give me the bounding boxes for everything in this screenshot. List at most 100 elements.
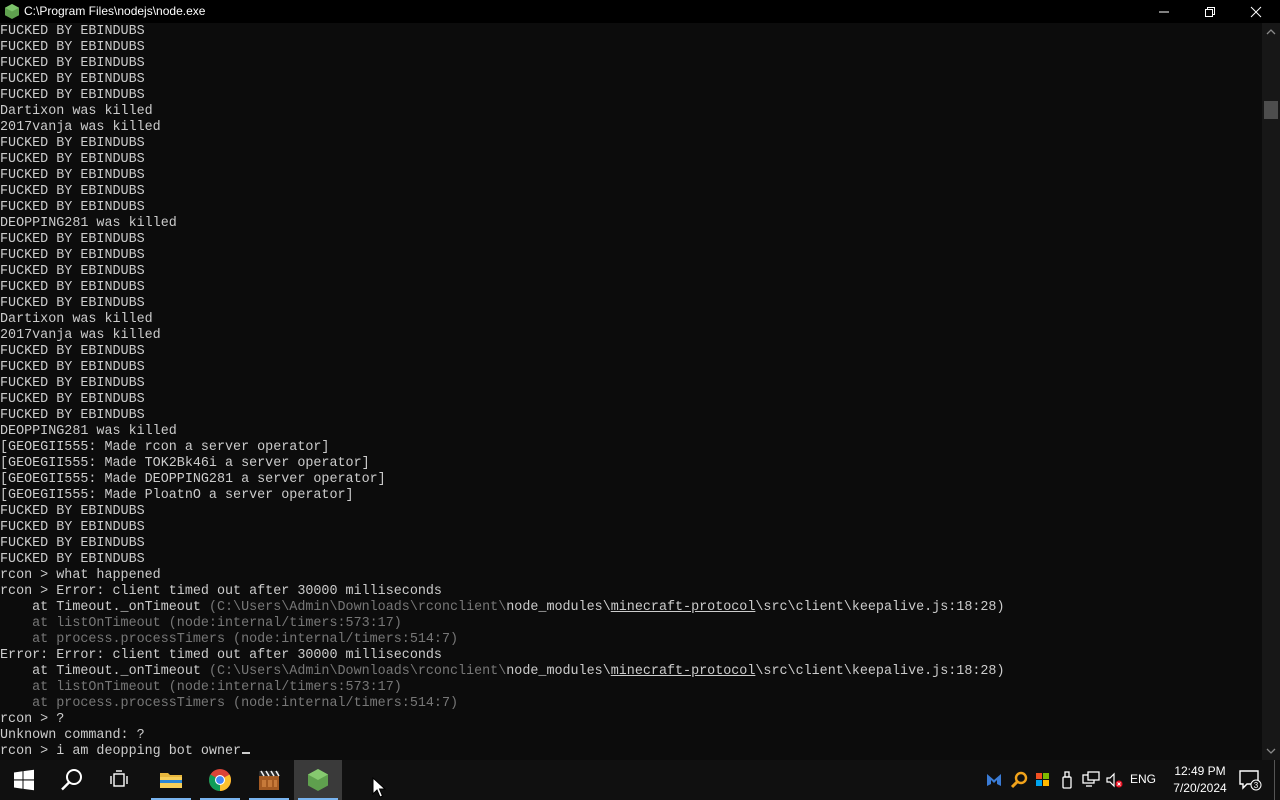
console-line: FUCKED BY EBINDUBS bbox=[0, 552, 1262, 568]
console-text: FUCKED BY EBINDUBS bbox=[0, 136, 145, 151]
close-button[interactable] bbox=[1233, 0, 1279, 23]
clock[interactable]: 12:49 PM 7/20/2024 bbox=[1158, 763, 1242, 797]
clock-date: 7/20/2024 bbox=[1173, 781, 1227, 795]
console-text: FUCKED BY EBINDUBS bbox=[0, 376, 145, 391]
text-cursor bbox=[242, 752, 251, 754]
console-text: Dartixon was killed bbox=[0, 312, 153, 327]
console-text: FUCKED BY EBINDUBS bbox=[0, 184, 145, 199]
console-text: FUCKED BY EBINDUBS bbox=[0, 200, 145, 215]
console-text: (C:\Users\Admin\Downloads\rconclient\ bbox=[208, 664, 507, 679]
show-desktop-button[interactable] bbox=[1274, 760, 1275, 800]
file-explorer-app[interactable] bbox=[147, 760, 195, 800]
console-line: FUCKED BY EBINDUBS bbox=[0, 56, 1262, 72]
console-line: FUCKED BY EBINDUBS bbox=[0, 376, 1262, 392]
console-text: FUCKED BY EBINDUBS bbox=[0, 264, 145, 279]
console-output[interactable]: FUCKED BY EBINDUBS FUCKED BY EBINDUBS FUCK… bbox=[0, 24, 1262, 760]
notification-count: 3 bbox=[1254, 781, 1259, 790]
chevron-down-icon bbox=[1266, 748, 1276, 754]
scroll-thumb[interactable] bbox=[1264, 101, 1278, 119]
console-text: FUCKED BY EBINDUBS bbox=[0, 40, 145, 55]
console-text: at Timeout._onTimeout bbox=[0, 600, 209, 615]
nodejs-icon bbox=[308, 769, 328, 791]
console-text: \src\client\keepalive.js:18:28) bbox=[755, 600, 1005, 615]
console-line: FUCKED BY EBINDUBS bbox=[0, 152, 1262, 168]
start-button[interactable] bbox=[0, 760, 48, 800]
task-view-button[interactable] bbox=[96, 760, 144, 800]
console-line: DEOPPING281 was killed bbox=[0, 424, 1262, 440]
search-icon bbox=[61, 769, 82, 791]
console-text: (C:\Users\Admin\Downloads\rconclient\ bbox=[208, 600, 507, 615]
console-text: node_modules\ bbox=[506, 664, 611, 679]
volume-muted-icon[interactable] bbox=[1105, 770, 1123, 790]
console-line: [GEOEGII555: Made DEOPPING281 a server o… bbox=[0, 472, 1262, 488]
console-line: FUCKED BY EBINDUBS bbox=[0, 248, 1262, 264]
console-line: FUCKED BY EBINDUBS bbox=[0, 280, 1262, 296]
console-text: FUCKED BY EBINDUBS bbox=[0, 552, 145, 567]
action-center-button[interactable]: 3 bbox=[1238, 768, 1262, 797]
console-text: at listOnTimeout (node:internal/timers:5… bbox=[0, 680, 402, 695]
folder-icon bbox=[160, 773, 182, 788]
console-line: FUCKED BY EBINDUBS bbox=[0, 72, 1262, 88]
console-line: FUCKED BY EBINDUBS bbox=[0, 408, 1262, 424]
minimize-icon bbox=[1159, 11, 1169, 13]
console-line: Unknown command: ? bbox=[0, 728, 1262, 744]
console-line: Error: Error: client timed out after 300… bbox=[0, 648, 1262, 664]
console-text: FUCKED BY EBINDUBS bbox=[0, 168, 145, 183]
console-text: FUCKED BY EBINDUBS bbox=[0, 248, 145, 263]
clapper-app[interactable] bbox=[245, 760, 293, 800]
console-text: node_modules\ bbox=[506, 600, 611, 615]
scroll-down-button[interactable] bbox=[1262, 742, 1280, 760]
console-text: Unknown command: ? bbox=[0, 728, 145, 743]
search-button[interactable] bbox=[48, 760, 96, 800]
console-line: rcon > ? bbox=[0, 712, 1262, 728]
console-text: minecraft-protocol bbox=[610, 600, 756, 615]
console-line: FUCKED BY EBINDUBS bbox=[0, 344, 1262, 360]
chrome-app[interactable] bbox=[196, 760, 244, 800]
console-text: 2017vanja was killed bbox=[0, 120, 161, 135]
console-text: [GEOEGII555: Made TOK2Bk46i a server ope… bbox=[0, 456, 370, 471]
console-text: at process.processTimers (node:internal/… bbox=[0, 696, 459, 711]
console-line: [GEOEGII555: Made rcon a server operator… bbox=[0, 440, 1262, 456]
console-text: FUCKED BY EBINDUBS bbox=[0, 24, 145, 39]
console-text: [GEOEGII555: Made DEOPPING281 a server o… bbox=[0, 472, 386, 487]
console-text: rcon > ? bbox=[0, 712, 65, 727]
network-icon[interactable] bbox=[1082, 770, 1100, 790]
minimize-button[interactable] bbox=[1141, 0, 1187, 23]
task-view-icon bbox=[110, 770, 128, 787]
console-line: at Timeout._onTimeout (C:\Users\Admin\Do… bbox=[0, 664, 1262, 680]
window-title: C:\Program Files\nodejs\node.exe bbox=[24, 4, 206, 18]
console-line: FUCKED BY EBINDUBS bbox=[0, 40, 1262, 56]
console-scrollbar[interactable] bbox=[1262, 23, 1280, 760]
console-text: FUCKED BY EBINDUBS bbox=[0, 536, 145, 551]
console-text: at listOnTimeout (node:internal/timers:5… bbox=[0, 616, 402, 631]
clapperboard-icon bbox=[259, 770, 280, 790]
search-tool-icon[interactable] bbox=[1010, 770, 1028, 790]
console-line: [GEOEGII555: Made PloatnO a server opera… bbox=[0, 488, 1262, 504]
console-text: FUCKED BY EBINDUBS bbox=[0, 232, 145, 247]
nodejs-icon bbox=[5, 4, 19, 19]
security-shield-icon[interactable] bbox=[1034, 770, 1052, 790]
malwarebytes-icon[interactable] bbox=[985, 770, 1003, 790]
console-line: FUCKED BY EBINDUBS bbox=[0, 200, 1262, 216]
console-text: FUCKED BY EBINDUBS bbox=[0, 280, 145, 295]
restore-button[interactable] bbox=[1187, 0, 1233, 23]
language-indicator[interactable]: ENG bbox=[1130, 772, 1156, 786]
console-line: FUCKED BY EBINDUBS bbox=[0, 136, 1262, 152]
console-line: at process.processTimers (node:internal/… bbox=[0, 632, 1262, 648]
console-line: FUCKED BY EBINDUBS bbox=[0, 232, 1262, 248]
console-text: minecraft-protocol bbox=[610, 664, 756, 679]
windows-logo-icon bbox=[14, 769, 34, 791]
scroll-up-button[interactable] bbox=[1262, 23, 1280, 41]
nodejs-app[interactable] bbox=[294, 760, 342, 800]
console-text: DEOPPING281 was killed bbox=[0, 216, 177, 231]
usb-device-icon[interactable] bbox=[1058, 770, 1076, 790]
console-text: FUCKED BY EBINDUBS bbox=[0, 504, 145, 519]
console-text: FUCKED BY EBINDUBS bbox=[0, 360, 145, 375]
console-text: rcon > Error: client timed out after 300… bbox=[0, 584, 442, 599]
console-text: FUCKED BY EBINDUBS bbox=[0, 152, 145, 167]
console-text: FUCKED BY EBINDUBS bbox=[0, 88, 145, 103]
close-icon bbox=[1250, 6, 1262, 18]
console-text: \src\client\keepalive.js:18:28) bbox=[755, 664, 1005, 679]
console-line: FUCKED BY EBINDUBS bbox=[0, 536, 1262, 552]
console-line: rcon > Error: client timed out after 300… bbox=[0, 584, 1262, 600]
